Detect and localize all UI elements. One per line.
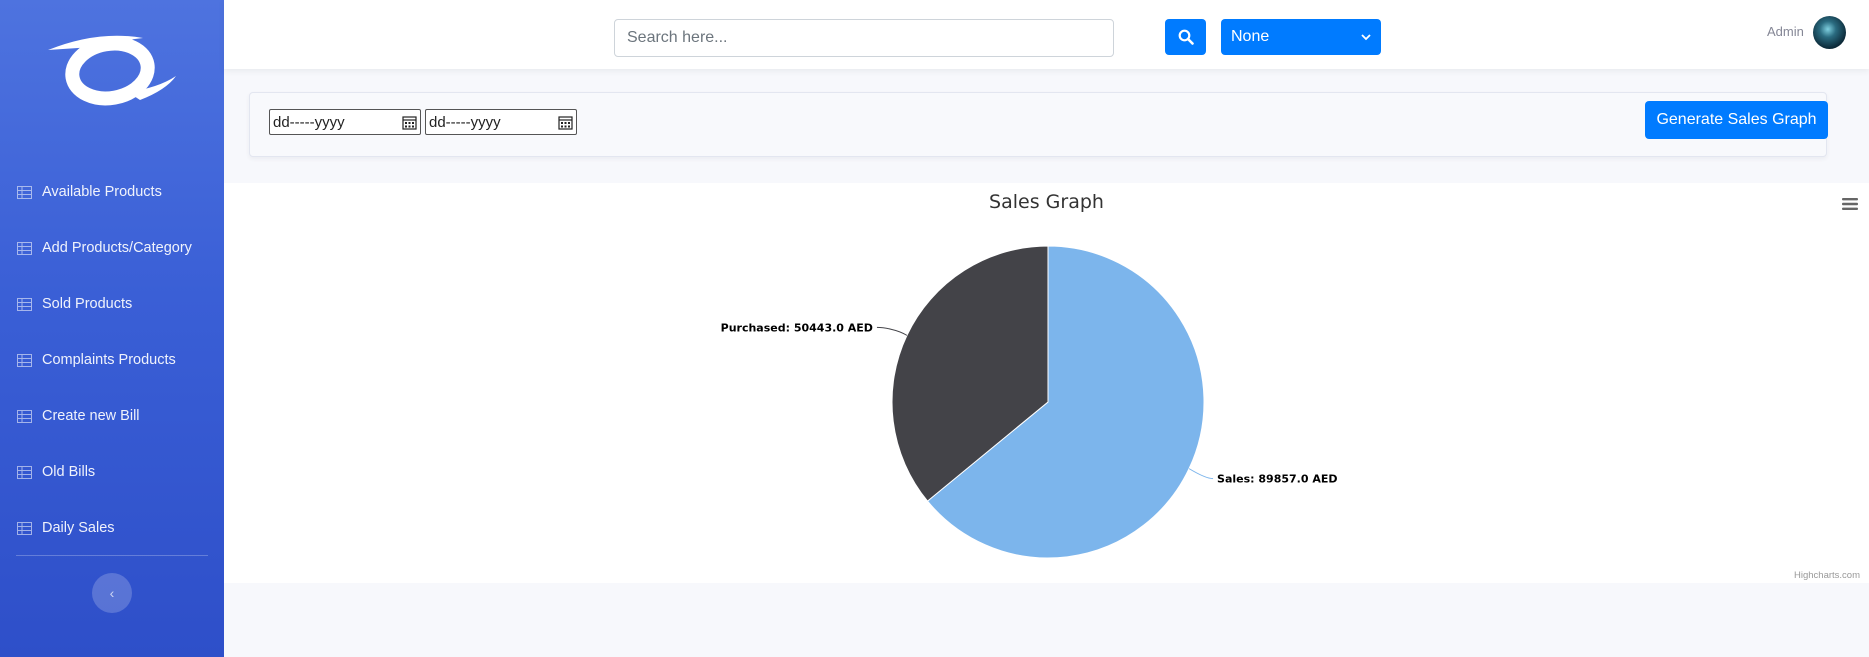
pie-connector-purchased xyxy=(876,326,908,336)
sidebar-item-label: Available Products xyxy=(42,184,162,200)
date-from-placeholder: dd-----yyyy xyxy=(273,113,345,131)
chart-credit[interactable]: Highcharts.com xyxy=(1794,570,1860,581)
chevron-left-icon: ‹ xyxy=(109,585,115,601)
table-icon xyxy=(17,409,32,423)
sidebar-item-old-bills[interactable]: Old Bills xyxy=(0,444,224,500)
date-filter-card: dd-----yyyy dd-----yyyy Generate Sales G… xyxy=(249,92,1828,157)
brand-logo[interactable] xyxy=(48,30,178,112)
pie-chart: Sales: 89857.0 AED Purchased: 50443.0 AED xyxy=(721,245,1338,559)
sidebar-nav: Available Products Add Products/Category S… xyxy=(0,164,224,556)
date-from-input[interactable]: dd-----yyyy xyxy=(269,109,421,135)
sidebar-item-label: Sold Products xyxy=(42,296,133,312)
sidebar-item-label: Old Bills xyxy=(42,464,96,480)
sidebar: Available Products Add Products/Category S… xyxy=(0,0,224,657)
sidebar-item-available-products[interactable]: Available Products xyxy=(0,164,224,220)
sidebar-item-label: Add Products/Category xyxy=(42,240,192,256)
sidebar-item-sold-products[interactable]: Sold Products xyxy=(0,276,224,332)
sidebar-item-complaints-products[interactable]: Complaints Products xyxy=(0,332,224,388)
table-icon xyxy=(17,241,32,255)
table-icon xyxy=(17,465,32,479)
sidebar-item-daily-sales[interactable]: Daily Sales xyxy=(0,500,224,556)
table-icon xyxy=(17,185,32,199)
search-button[interactable] xyxy=(1165,19,1206,55)
table-icon xyxy=(17,521,32,535)
pie-label-sales: Sales: 89857.0 AED xyxy=(1217,473,1337,486)
avatar[interactable] xyxy=(1813,16,1846,49)
search-icon xyxy=(1178,29,1194,45)
sidebar-item-add-products-category[interactable]: Add Products/Category xyxy=(0,220,224,276)
filter-select[interactable]: None xyxy=(1221,19,1381,55)
chart-container: Sales Graph Sales: 89857.0 AED Purchased:… xyxy=(224,183,1869,583)
table-icon xyxy=(17,297,32,311)
table-icon xyxy=(17,353,32,367)
search-input[interactable] xyxy=(614,19,1114,57)
pie-connector-sales xyxy=(1188,468,1214,480)
chevron-down-icon xyxy=(1361,34,1371,41)
sidebar-toggle-button[interactable]: ‹ xyxy=(92,573,132,613)
pie-label-purchased: Purchased: 50443.0 AED xyxy=(721,321,873,334)
calendar-icon[interactable] xyxy=(402,115,417,130)
topbar: None Admin xyxy=(224,0,1869,69)
sidebar-item-label: Create new Bill xyxy=(42,408,140,424)
sidebar-divider xyxy=(16,555,208,556)
date-to-placeholder: dd-----yyyy xyxy=(429,113,501,131)
filter-select-value: None xyxy=(1231,28,1270,45)
user-name[interactable]: Admin xyxy=(1767,24,1804,39)
date-to-input[interactable]: dd-----yyyy xyxy=(425,109,577,135)
generate-sales-graph-button[interactable]: Generate Sales Graph xyxy=(1645,101,1828,139)
sidebar-item-create-new-bill[interactable]: Create new Bill xyxy=(0,388,224,444)
sidebar-item-label: Complaints Products xyxy=(42,352,176,368)
calendar-icon[interactable] xyxy=(558,115,573,130)
sidebar-item-label: Daily Sales xyxy=(42,520,115,536)
